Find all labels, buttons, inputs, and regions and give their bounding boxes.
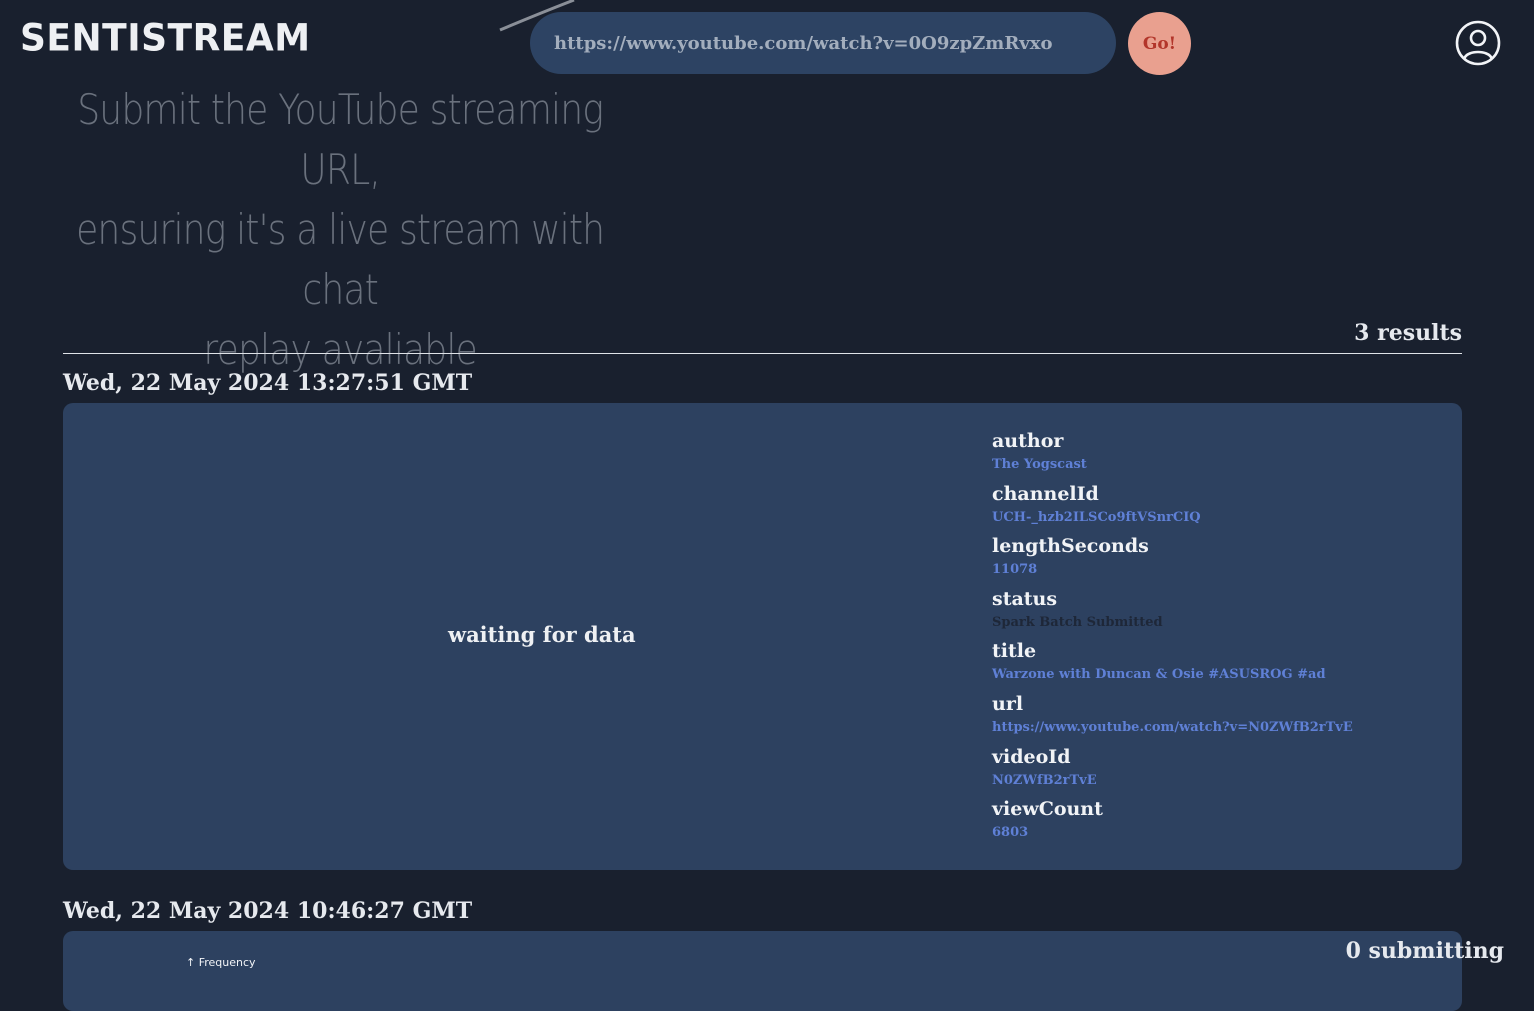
meta-row-channelid: channelId UCH-_hzb2ILSCo9ftVSnrCIQ <box>992 480 1353 533</box>
meta-row-lengthseconds: lengthSeconds 11078 <box>992 532 1353 585</box>
meta-value: 6803 <box>992 825 1029 841</box>
top-bar: SENTISTREAM Go! <box>0 0 1534 88</box>
chart-axis-label: ↑ Frequency <box>186 956 256 969</box>
meta-key: url <box>992 692 1024 715</box>
hint-line: ensuring it's a live stream with chat <box>76 205 605 314</box>
user-profile-icon[interactable] <box>1455 20 1501 66</box>
meta-value: Spark Batch Submitted <box>992 614 1163 630</box>
result-card: ↑ Frequency <box>63 931 1462 1011</box>
app-logo[interactable]: SENTISTREAM <box>20 17 311 60</box>
result-card: waiting for data author The Yogscast cha… <box>63 403 1462 870</box>
meta-key: lengthSeconds <box>992 535 1149 558</box>
meta-value: UCH-_hzb2ILSCo9ftVSnrCIQ <box>992 509 1201 525</box>
results-count: 3 results <box>1354 320 1462 346</box>
meta-key: videoId <box>992 745 1071 768</box>
hint-line: Submit the YouTube streaming URL, <box>77 85 604 194</box>
go-button[interactable]: Go! <box>1128 12 1191 75</box>
stream-url-input[interactable] <box>530 12 1116 74</box>
entry-date: Wed, 22 May 2024 10:46:27 GMT <box>63 898 473 924</box>
meta-value: N0ZWfB2rTvE <box>992 772 1097 788</box>
meta-key: viewCount <box>992 798 1103 821</box>
meta-value: Warzone with Duncan & Osie #ASUSROG #ad <box>992 667 1326 683</box>
meta-row-status: status Spark Batch Submitted <box>992 585 1353 638</box>
submitting-count: 0 submitting <box>1345 938 1504 964</box>
results-divider <box>63 353 1462 354</box>
meta-value: 11078 <box>992 562 1038 578</box>
meta-row-title: title Warzone with Duncan & Osie #ASUSRO… <box>992 637 1353 690</box>
waiting-placeholder: waiting for data <box>448 622 636 647</box>
submit-hint: Submit the YouTube streaming URL, ensuri… <box>40 80 640 380</box>
meta-value-link[interactable]: https://www.youtube.com/watch?v=N0ZWfB2r… <box>992 718 1353 738</box>
meta-row-url: url https://www.youtube.com/watch?v=N0ZW… <box>992 690 1353 743</box>
entry-date: Wed, 22 May 2024 13:27:51 GMT <box>63 370 473 396</box>
meta-key: author <box>992 430 1064 452</box>
metadata-list: author The Yogscast channelId UCH-_hzb2I… <box>992 427 1353 848</box>
meta-value: The Yogscast <box>992 457 1087 472</box>
meta-key: title <box>992 640 1037 663</box>
meta-row-viewcount: viewCount 6803 <box>992 795 1353 848</box>
meta-row-videoid: videoId N0ZWfB2rTvE <box>992 743 1353 796</box>
meta-key: status <box>992 587 1058 610</box>
meta-key: channelId <box>992 482 1099 505</box>
meta-row-author: author The Yogscast <box>992 427 1353 480</box>
